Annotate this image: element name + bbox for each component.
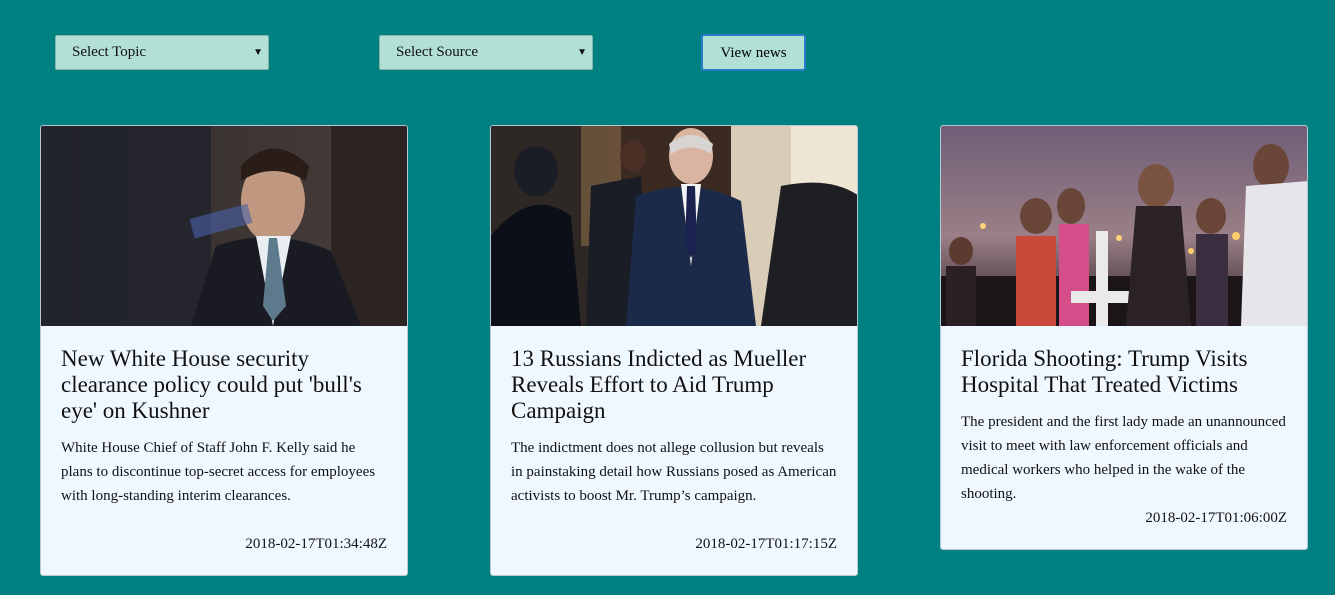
article-title[interactable]: New White House security clearance polic… [61,346,387,424]
article-timestamp: 2018-02-17T01:17:15Z [695,536,837,552]
news-card[interactable]: 13 Russians Indicted as Mueller Reveals … [490,125,858,576]
topic-select-value: Select Topic [72,44,147,60]
chevron-down-icon: ▼ [577,47,587,58]
topic-select[interactable]: Select Topic ▼ [55,35,269,70]
article-title[interactable]: 13 Russians Indicted as Mueller Reveals … [511,346,837,424]
news-card[interactable]: New White House security clearance polic… [40,125,408,576]
article-image[interactable] [41,126,407,326]
source-select[interactable]: Select Source ▼ [379,35,593,70]
article-title[interactable]: Florida Shooting: Trump Visits Hospital … [961,346,1287,398]
article-description: White House Chief of Staff John F. Kelly… [61,440,376,504]
article-image[interactable] [941,126,1307,326]
view-news-button[interactable]: View news [701,34,806,71]
article-description: The president and the first lady made an… [961,414,1286,502]
article-timestamp: 2018-02-17T01:06:00Z [1145,510,1287,526]
article-description: The indictment does not allege collusion… [511,440,837,504]
filter-bar: Select Topic ▼ Select Source ▼ View news [0,34,1335,72]
news-card[interactable]: Florida Shooting: Trump Visits Hospital … [940,125,1308,550]
chevron-down-icon: ▼ [253,47,263,58]
article-timestamp: 2018-02-17T01:34:48Z [245,536,387,552]
article-image[interactable] [491,126,857,326]
source-select-value: Select Source [396,44,479,60]
